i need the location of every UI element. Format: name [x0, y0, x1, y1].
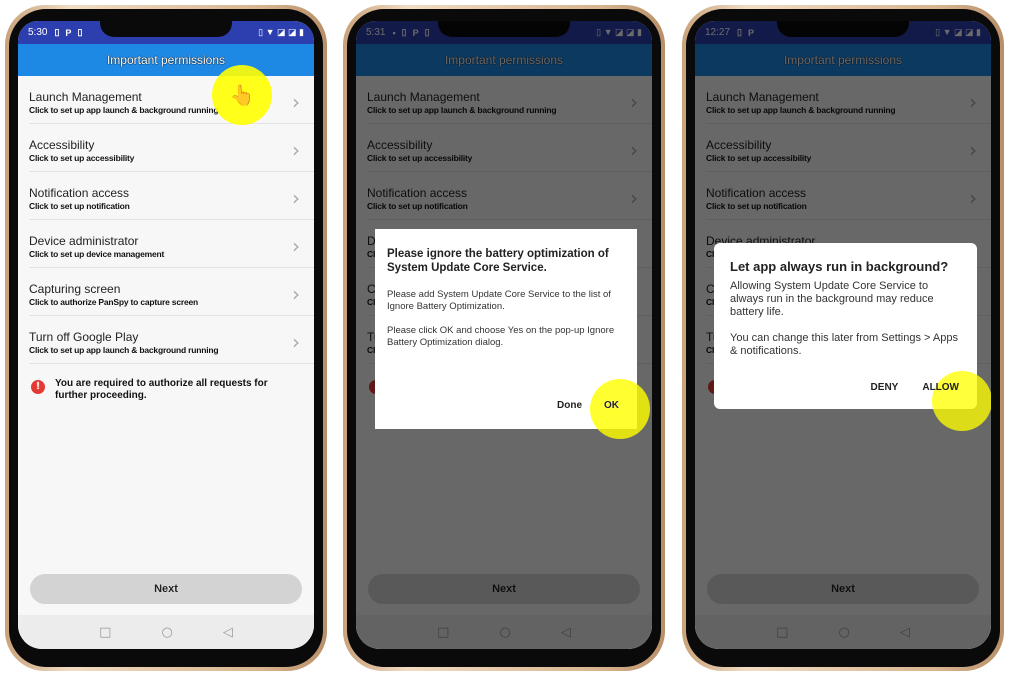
error-icon: ! — [31, 380, 45, 394]
back-icon[interactable]: ◁ — [223, 625, 233, 640]
dialog-text: Allowing System Update Core Service to a… — [730, 280, 934, 318]
phone-1: 5:30 ▯ P ▯ ▯ ▼ ◪ ◪ ▮ Important permissions La… — [5, 5, 327, 671]
system-status-icons: ▯ ▼ ◪ ◪ ▮ — [258, 27, 304, 37]
permission-item[interactable]: Device administratorClick to set up devi… — [29, 220, 314, 268]
screen: 5:30 ▯ P ▯ ▯ ▼ ◪ ◪ ▮ Important permissions La… — [18, 21, 314, 649]
permission-title: Notification access — [29, 186, 130, 200]
permission-item[interactable]: AccessibilityClick to set up accessibili… — [29, 124, 314, 172]
chevron-right-icon: › — [292, 234, 300, 258]
phone-3: 12:27▯P▯ ▼ ◪ ◪ ▮ Important permissionsLa… — [682, 5, 1004, 671]
screen: 12:27▯P▯ ▼ ◪ ◪ ▮ Important permissionsLa… — [695, 21, 991, 649]
dialog-title: Please ignore the battery optimization o… — [387, 248, 609, 274]
chevron-right-icon: › — [292, 330, 300, 354]
next-button[interactable]: Next — [30, 574, 302, 604]
screen: 5:31▪▯P▯▯ ▼ ◪ ◪ ▮ Important permissionsL… — [356, 21, 652, 649]
permission-title: Device administrator — [29, 234, 139, 248]
camera-notch — [100, 21, 232, 37]
permission-title: Capturing screen — [29, 282, 121, 296]
permission-subtitle: Click to authorize PanSpy to capture scr… — [29, 297, 199, 307]
warning-text: You are required to authorize all reques… — [55, 378, 268, 401]
dialog-text: You can change this later from Settings … — [730, 332, 958, 357]
chevron-right-icon: › — [292, 138, 300, 162]
phone-2: 5:31▪▯P▯▯ ▼ ◪ ◪ ▮ Important permissionsL… — [343, 5, 665, 671]
permission-item[interactable]: Turn off Google PlayClick to set up app … — [29, 316, 314, 364]
home-icon[interactable]: ○ — [161, 625, 172, 640]
done-button[interactable]: Done — [557, 400, 582, 411]
notification-icon: P — [65, 27, 72, 38]
recents-icon[interactable]: □ — [99, 625, 111, 640]
dialog-text: Please add System Update Core Service to… — [387, 289, 611, 312]
dialog-text: Please click OK and choose Yes on the po… — [387, 325, 615, 348]
battery-optimization-dialog: Please ignore the battery optimization o… — [375, 229, 650, 439]
allow-button[interactable]: ALLOW — [922, 382, 959, 393]
status-bar: 5:30 ▯ P ▯ ▯ ▼ ◪ ◪ ▮ — [18, 21, 314, 44]
tap-indicator — [932, 371, 991, 431]
permission-item[interactable]: Notification accessClick to set up notif… — [29, 172, 314, 220]
chevron-right-icon: › — [292, 90, 300, 114]
permission-title: Accessibility — [29, 138, 95, 152]
warning-message: ! You are required to authorize all reque… — [31, 378, 296, 402]
permission-subtitle: Click to set up accessibility — [29, 153, 135, 163]
tap-indicator: 👆 — [212, 65, 272, 125]
clock: 5:30 — [28, 27, 48, 38]
deny-button[interactable]: DENY — [871, 382, 899, 393]
permission-subtitle: Click to set up app launch & background … — [29, 105, 219, 115]
permission-item[interactable]: Capturing screenClick to authorize PanSp… — [29, 268, 314, 316]
chevron-right-icon: › — [292, 186, 300, 210]
permission-subtitle: Click to set up device management — [29, 249, 165, 259]
chevron-right-icon: › — [292, 282, 300, 306]
permission-subtitle: Click to set up notification — [29, 201, 130, 211]
permission-title: Turn off Google Play — [29, 330, 139, 344]
notification-icon: ▯ — [77, 27, 83, 37]
navigation-bar: □ ○ ◁ — [18, 615, 314, 649]
page-title: Important permissions — [18, 44, 314, 76]
ok-button[interactable]: OK — [604, 400, 619, 411]
notification-icon: ▯ — [54, 27, 60, 37]
background-run-dialog: Let app always run in background? Allowi… — [714, 243, 991, 431]
dialog-title: Let app always run in background? — [730, 259, 949, 274]
permission-subtitle: Click to set up app launch & background … — [29, 345, 219, 355]
